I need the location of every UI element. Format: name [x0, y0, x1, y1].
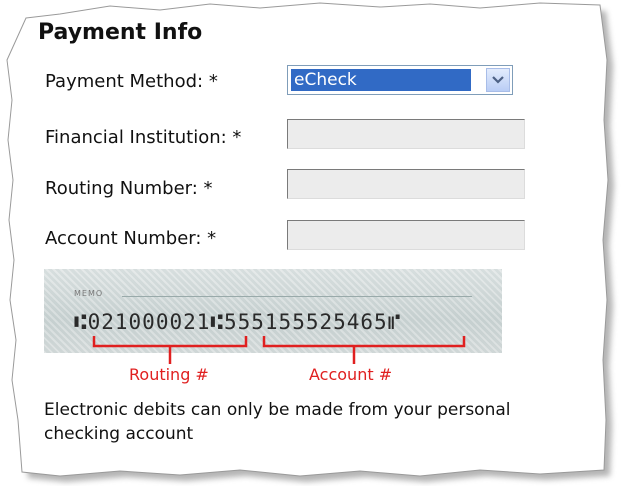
check-brackets	[92, 336, 466, 364]
account-number-input[interactable]	[287, 220, 525, 250]
financial-institution-input[interactable]	[287, 119, 525, 149]
payment-method-value: eCheck	[290, 68, 472, 92]
routing-bracket	[92, 336, 248, 348]
routing-caption: Routing #	[129, 365, 209, 384]
payment-method-select[interactable]: eCheck	[287, 65, 513, 95]
account-bracket	[262, 336, 466, 348]
routing-number-label: Routing Number: *	[45, 178, 213, 199]
check-example-image: MEMO ⑆021000021⑆555155525465⑈ Routing # …	[44, 269, 502, 389]
routing-number-input[interactable]	[287, 169, 525, 199]
dropdown-arrow-button[interactable]	[486, 68, 510, 92]
electronic-debit-note: Electronic debits can only be made from …	[44, 400, 511, 444]
chevron-down-icon	[492, 76, 504, 84]
payment-method-label: Payment Method: *	[45, 71, 218, 92]
financial-institution-label: Financial Institution: *	[45, 127, 242, 148]
account-number-label: Account Number: *	[45, 228, 217, 249]
section-title: Payment Info	[38, 20, 203, 45]
payment-info-panel: Payment Info Payment Method: * eCheck Fi…	[22, 12, 607, 467]
account-caption: Account #	[309, 365, 393, 384]
